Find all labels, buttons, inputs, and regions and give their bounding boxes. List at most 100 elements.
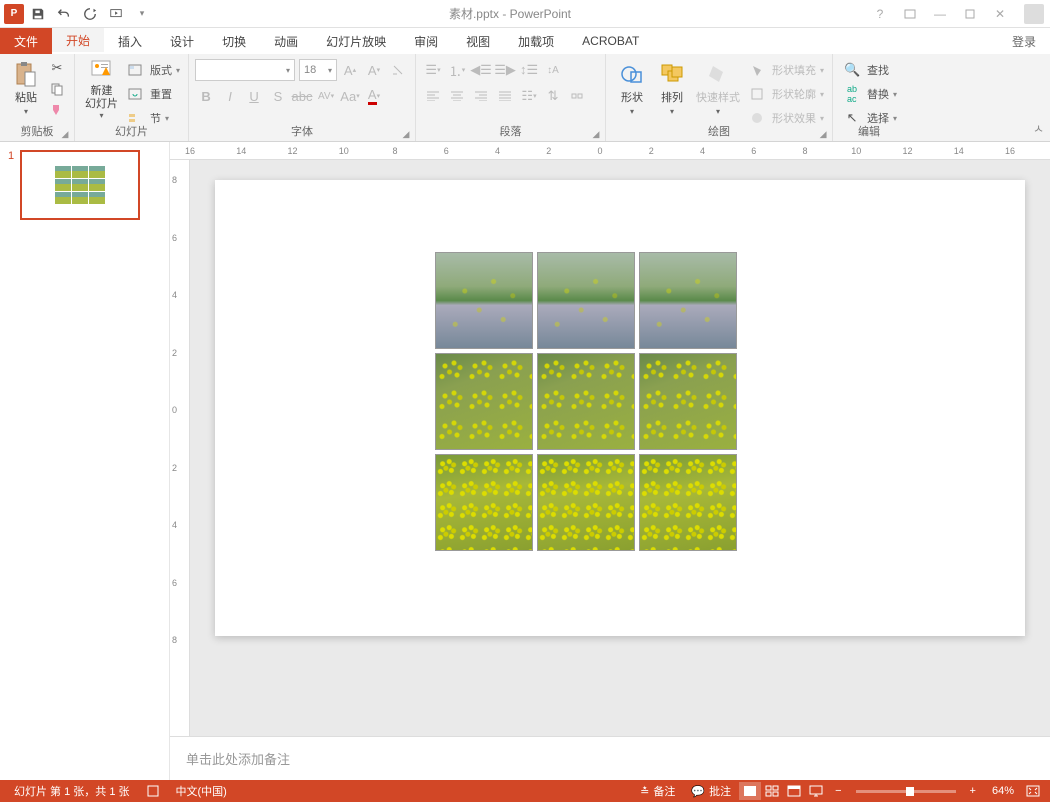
- copy-button[interactable]: [46, 79, 68, 99]
- decrease-font-button[interactable]: A▾: [363, 59, 385, 81]
- shape-fill-button[interactable]: 形状填充▾: [746, 59, 824, 81]
- reset-button[interactable]: 重置: [124, 83, 180, 105]
- underline-button[interactable]: U: [243, 85, 265, 107]
- tab-slideshow[interactable]: 幻灯片放映: [312, 28, 400, 54]
- slide-canvas[interactable]: [215, 180, 1025, 636]
- align-right-button[interactable]: [470, 85, 492, 107]
- replace-button[interactable]: abac替换▾: [841, 83, 897, 105]
- clipboard-dialog-launcher[interactable]: ◢: [60, 129, 70, 139]
- ruler-vertical[interactable]: 864202468: [170, 160, 190, 736]
- layout-button[interactable]: 版式▾: [124, 59, 180, 81]
- bullets-button[interactable]: ☰▾: [422, 59, 444, 81]
- image-cell[interactable]: [639, 353, 737, 450]
- user-avatar[interactable]: [1024, 4, 1044, 24]
- zoom-out-button[interactable]: −: [827, 785, 849, 797]
- columns-button[interactable]: ☷▾: [518, 85, 540, 107]
- redo-button[interactable]: [78, 2, 102, 26]
- italic-button[interactable]: I: [219, 85, 241, 107]
- undo-button[interactable]: [52, 2, 76, 26]
- tab-addins[interactable]: 加载项: [504, 28, 568, 54]
- slide-canvas-area[interactable]: [190, 160, 1050, 736]
- sorter-view-button[interactable]: [761, 782, 783, 800]
- line-spacing-button[interactable]: ↕☰: [518, 59, 540, 81]
- tab-view[interactable]: 视图: [452, 28, 504, 54]
- paste-button[interactable]: 粘贴▾: [6, 56, 46, 120]
- format-painter-button[interactable]: [46, 100, 68, 120]
- login-link[interactable]: 登录: [998, 28, 1050, 54]
- font-name-combo[interactable]: ▾: [195, 59, 295, 81]
- char-spacing-button[interactable]: AV▾: [315, 85, 337, 107]
- image-cell[interactable]: [435, 353, 533, 450]
- notes-pane[interactable]: 单击此处添加备注: [170, 736, 1050, 780]
- zoom-in-button[interactable]: +: [962, 785, 984, 797]
- slide-thumbnail-image[interactable]: [20, 150, 140, 220]
- find-button[interactable]: 🔍查找: [841, 59, 897, 81]
- zoom-slider[interactable]: [856, 790, 956, 793]
- tab-insert[interactable]: 插入: [104, 28, 156, 54]
- font-size-combo[interactable]: 18▾: [299, 59, 337, 81]
- collapse-ribbon-button[interactable]: ㅅ: [1033, 120, 1044, 137]
- smartart-button[interactable]: [566, 85, 588, 107]
- qat-customize-button[interactable]: ▾: [130, 2, 154, 26]
- ribbon-display-button[interactable]: [896, 3, 924, 25]
- new-slide-button[interactable]: 新建 幻灯片 ▾: [81, 56, 122, 120]
- normal-view-button[interactable]: [739, 782, 761, 800]
- arrange-button[interactable]: 排列▾: [652, 56, 692, 120]
- slide-thumbnail-panel[interactable]: 1: [0, 142, 170, 780]
- image-cell[interactable]: [537, 252, 635, 349]
- image-cell[interactable]: [639, 454, 737, 551]
- slide-thumbnail-1[interactable]: 1: [8, 150, 161, 220]
- maximize-button[interactable]: [956, 3, 984, 25]
- slideshow-view-button[interactable]: [805, 782, 827, 800]
- slide-info[interactable]: 幻灯片 第 1 张，共 1 张: [6, 783, 138, 799]
- reading-view-button[interactable]: [783, 782, 805, 800]
- shadow-button[interactable]: S: [267, 85, 289, 107]
- decrease-indent-button[interactable]: ◀☰: [470, 59, 492, 81]
- tab-home[interactable]: 开始: [52, 28, 104, 54]
- shapes-button[interactable]: 形状▾: [612, 56, 652, 120]
- tab-acrobat[interactable]: ACROBAT: [568, 28, 653, 54]
- image-cell[interactable]: [537, 454, 635, 551]
- tab-animation[interactable]: 动画: [260, 28, 312, 54]
- strikethrough-button[interactable]: abc: [291, 85, 313, 107]
- image-cell[interactable]: [435, 454, 533, 551]
- language-button[interactable]: 中文(中国): [168, 783, 235, 799]
- numbering-button[interactable]: ⒈▾: [446, 59, 468, 81]
- increase-indent-button[interactable]: ☰▶: [494, 59, 516, 81]
- quick-styles-button[interactable]: 快速样式▾: [692, 56, 744, 120]
- image-cell[interactable]: [537, 353, 635, 450]
- tab-design[interactable]: 设计: [156, 28, 208, 54]
- justify-button[interactable]: [494, 85, 516, 107]
- clear-formatting-button[interactable]: [387, 59, 409, 81]
- fit-to-window-button[interactable]: [1022, 782, 1044, 800]
- start-slideshow-button[interactable]: [104, 2, 128, 26]
- align-left-button[interactable]: [422, 85, 444, 107]
- tab-review[interactable]: 审阅: [400, 28, 452, 54]
- help-button[interactable]: ?: [866, 3, 894, 25]
- align-text-button[interactable]: ⇅: [542, 85, 564, 107]
- minimize-button[interactable]: —: [926, 3, 954, 25]
- zoom-level[interactable]: 64%: [984, 785, 1022, 797]
- image-cell[interactable]: [435, 252, 533, 349]
- increase-font-button[interactable]: A▴: [339, 59, 361, 81]
- cut-button[interactable]: ✂: [46, 58, 68, 78]
- text-direction-button[interactable]: ↕A: [542, 59, 564, 81]
- image-grid: [435, 252, 737, 551]
- ruler-horizontal[interactable]: 1614121086420246810121416: [170, 142, 1050, 160]
- drawing-dialog-launcher[interactable]: ◢: [818, 129, 828, 139]
- comments-button[interactable]: 💬 批注: [683, 783, 739, 799]
- bold-button[interactable]: B: [195, 85, 217, 107]
- align-center-button[interactable]: [446, 85, 468, 107]
- close-button[interactable]: ✕: [986, 3, 1014, 25]
- font-dialog-launcher[interactable]: ◢: [401, 129, 411, 139]
- tab-file[interactable]: 文件: [0, 28, 52, 54]
- save-button[interactable]: [26, 2, 50, 26]
- tab-transition[interactable]: 切换: [208, 28, 260, 54]
- shape-outline-button[interactable]: 形状轮廓▾: [746, 83, 824, 105]
- change-case-button[interactable]: Aa▾: [339, 85, 361, 107]
- spellcheck-button[interactable]: [138, 784, 168, 798]
- paragraph-dialog-launcher[interactable]: ◢: [591, 129, 601, 139]
- font-color-button[interactable]: A▾: [363, 85, 385, 107]
- notes-button[interactable]: ≛ 备注: [632, 783, 683, 799]
- image-cell[interactable]: [639, 252, 737, 349]
